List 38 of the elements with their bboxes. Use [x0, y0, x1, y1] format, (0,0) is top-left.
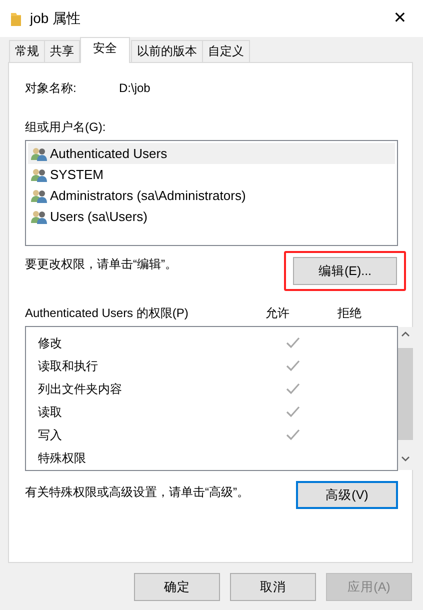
permission-name: 列出文件夹内容	[37, 380, 123, 398]
tab[interactable]: 安全	[80, 37, 130, 63]
users-icon	[31, 210, 48, 224]
tab[interactable]: 以前的版本	[131, 40, 203, 62]
users-icon	[31, 188, 48, 202]
allow-header: 允许	[264, 305, 291, 322]
users-icon	[31, 168, 48, 182]
dialog-button[interactable]: 取消	[230, 573, 316, 601]
folder-icon	[10, 10, 22, 26]
tab[interactable]: 常规	[9, 40, 45, 62]
permissions-label: Authenticated Users 的权限(P)	[25, 305, 190, 322]
permission-name: 读取	[37, 404, 63, 420]
scrollbar[interactable]	[398, 327, 413, 470]
permission-name: 读取和执行	[37, 358, 99, 374]
advanced-button[interactable]: 高级(V)	[296, 481, 398, 509]
users-label: 组或用户名(G):	[25, 119, 107, 136]
scroll-up-icon[interactable]	[401, 331, 410, 337]
permission-name: 特殊权限	[37, 450, 87, 466]
user-row[interactable]: Users (sa\Users)	[28, 206, 395, 227]
edit-button[interactable]: 编辑(E)...	[293, 257, 397, 285]
window-title: job 属性	[30, 9, 82, 28]
tab[interactable]: 共享	[44, 40, 80, 62]
advanced-hint: 有关特殊权限或高级设置，请单击“高级”。	[25, 484, 249, 501]
scroll-thumb[interactable]	[398, 348, 413, 440]
user-row[interactable]: SYSTEM	[28, 164, 395, 185]
permission-name: 写入	[37, 426, 63, 444]
permission-name: 修改	[37, 334, 63, 352]
tab[interactable]: 自定义	[202, 40, 250, 62]
dialog-button[interactable]: 确定	[134, 573, 220, 601]
user-row[interactable]: Administrators (sa\Administrators)	[28, 185, 395, 206]
object-name-label: 对象名称:	[25, 80, 78, 97]
edit-hint: 要更改权限，请单击“编辑”。	[25, 256, 177, 273]
scroll-down-icon[interactable]	[401, 456, 410, 462]
deny-header: 拒绝	[336, 305, 363, 322]
users-icon	[31, 146, 48, 160]
user-row[interactable]: Authenticated Users	[28, 143, 395, 164]
object-name-value: D:\job	[119, 80, 150, 97]
close-button[interactable]: ✕	[377, 4, 423, 34]
